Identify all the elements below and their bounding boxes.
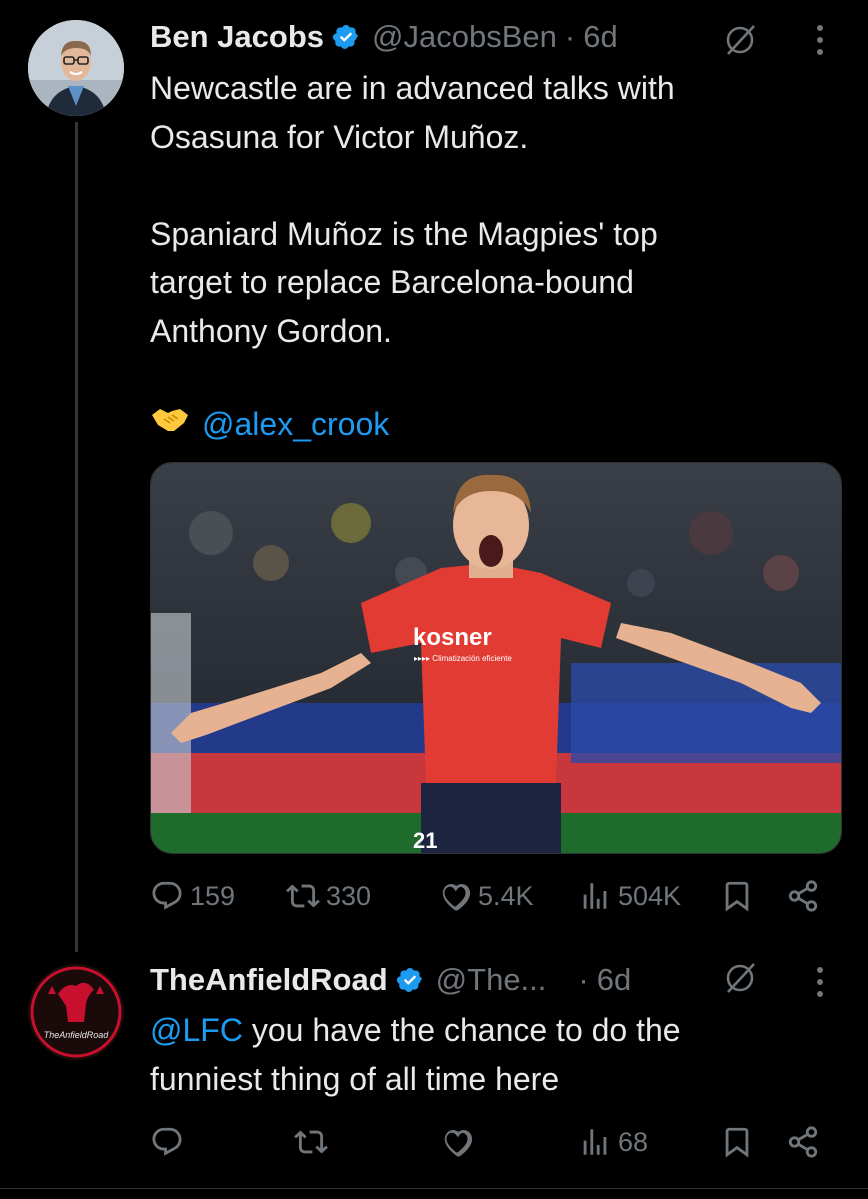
avatar-ben-jacobs[interactable] (28, 20, 124, 116)
views-icon (583, 883, 607, 909)
share-icon (788, 880, 818, 912)
shirt-sponsor-subtext: ▸▸▸▸ Climatización eficiente (414, 654, 512, 663)
more-icon[interactable] (815, 966, 825, 998)
bookmark-icon (725, 1127, 749, 1158)
tweet-text: Newcastle are in advanced talks with Osa… (150, 70, 675, 349)
shirt-sponsor-text: kosner (413, 624, 492, 651)
avatar-theanfieldroad[interactable]: TheAnfieldRoad (28, 964, 124, 1060)
reply-button[interactable]: 159 (150, 876, 235, 916)
views-count: 504K (618, 880, 682, 911)
separator-dot: · (564, 19, 576, 54)
tweet-header: Ben Jacobs @JacobsBen · 6d (150, 19, 618, 55)
author-handle[interactable]: @JacobsBen (372, 19, 557, 55)
views-button[interactable]: 68 (578, 1122, 648, 1162)
author-name[interactable]: Ben Jacobs (150, 19, 324, 55)
bookmark-icon (725, 881, 749, 912)
reply-header: TheAnfieldRoad @The... · 6d (150, 962, 631, 998)
like-icon (442, 883, 471, 911)
shirt-number-text: 21 (413, 828, 437, 853)
thread-connector-line (75, 122, 78, 952)
repost-button[interactable] (294, 1122, 328, 1162)
views-icon (583, 1129, 607, 1155)
avatar-logo-text: TheAnfieldRoad (44, 1030, 110, 1040)
tweet-timestamp[interactable]: 6d (583, 19, 617, 55)
repost-count: 330 (326, 880, 372, 911)
reply-text: @LFC you have the chance to do the funni… (150, 1006, 840, 1103)
like-icon (444, 1129, 473, 1157)
grok-icon[interactable] (722, 22, 758, 58)
repost-icon (294, 1130, 328, 1154)
reply-author-name[interactable]: TheAnfieldRoad (150, 962, 388, 998)
reply-author-handle[interactable]: @The... (436, 962, 547, 998)
views-count: 68 (618, 1126, 649, 1157)
credit-line: @alex_crook (150, 402, 389, 446)
credit-mention-link[interactable]: @alex_crook (202, 402, 389, 446)
handshake-icon (150, 402, 202, 446)
bookmark-button[interactable] (720, 1122, 754, 1162)
tweet-media-image[interactable]: kosner ▸▸▸▸ Climatización eficiente 21 (150, 462, 842, 854)
reply-icon (152, 1127, 182, 1156)
share-button[interactable] (786, 876, 820, 916)
grok-icon[interactable] (722, 960, 758, 996)
reply-count: 159 (190, 880, 236, 911)
reply-mention-link[interactable]: @LFC (150, 1012, 243, 1048)
verified-badge-icon[interactable] (396, 966, 424, 994)
reply-button[interactable] (150, 1122, 184, 1162)
repost-button[interactable]: 330 (286, 876, 371, 916)
views-button[interactable]: 504K (578, 876, 681, 916)
repost-icon (286, 884, 320, 908)
tweet-action-bar: 159 330 5.4K 504K (150, 876, 840, 916)
like-count: 5.4K (478, 880, 534, 911)
verified-badge-icon[interactable] (332, 23, 360, 51)
reply-action-bar: 68 (150, 1122, 840, 1162)
divider (0, 1188, 868, 1189)
more-icon[interactable] (815, 24, 825, 56)
share-icon (788, 1126, 818, 1158)
separator-dot: · (578, 962, 589, 997)
reply-timestamp[interactable]: 6d (597, 962, 631, 998)
like-button[interactable]: 5.4K (438, 876, 534, 916)
share-button[interactable] (786, 1122, 820, 1162)
reply-icon (152, 881, 182, 910)
like-button[interactable] (440, 1122, 474, 1162)
bookmark-button[interactable] (720, 876, 754, 916)
